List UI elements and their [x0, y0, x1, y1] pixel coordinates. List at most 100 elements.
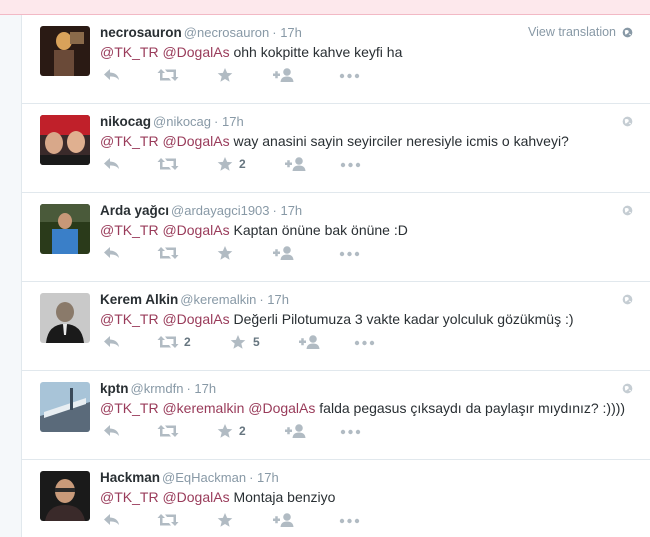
avatar[interactable]: [40, 26, 90, 76]
reply-icon[interactable]: [102, 423, 122, 439]
avatar[interactable]: [40, 382, 90, 432]
star-icon[interactable]: [217, 67, 233, 83]
reply-icon[interactable]: [102, 67, 122, 83]
avatar[interactable]: [40, 204, 90, 254]
mention[interactable]: @TK_TR: [100, 400, 159, 416]
tweet[interactable]: Arda yağcı @ardayagci1903 · 17h @TK_TR @Do…: [22, 193, 650, 282]
mention[interactable]: @TK_TR: [100, 222, 159, 238]
tweet-header: nikocag @nikocag · 17h: [100, 114, 244, 130]
timestamp[interactable]: · 17h: [273, 203, 303, 218]
mention[interactable]: @DogalAs: [162, 489, 229, 505]
fullname[interactable]: kptn: [100, 381, 129, 396]
avatar[interactable]: [40, 115, 90, 165]
retweet-icon[interactable]: [157, 423, 179, 439]
tweet[interactable]: Hackman @EqHackman · 17h @TK_TR @DogalAs M…: [22, 460, 650, 537]
reply-icon[interactable]: [102, 245, 122, 261]
view-translation-link[interactable]: View translation: [528, 25, 616, 39]
tweet-stream: necrosauron @necrosauron · 17h View transl…: [21, 15, 650, 537]
timestamp[interactable]: · 17h: [259, 292, 289, 307]
timestamp-value[interactable]: 17h: [267, 292, 289, 307]
tweet-body: Montaja benziyo: [233, 489, 336, 505]
retweet-icon[interactable]: [157, 156, 179, 172]
retweet-icon[interactable]: [157, 245, 179, 261]
favorite-count[interactable]: 2: [239, 157, 246, 171]
username[interactable]: @keremalkin: [180, 292, 256, 307]
star-icon[interactable]: [217, 423, 233, 439]
mention[interactable]: @TK_TR: [100, 44, 159, 60]
tweet-body: ohh kokpitte kahve keyfi ha: [233, 44, 403, 60]
follow-icon[interactable]: [299, 334, 321, 350]
star-icon[interactable]: [217, 156, 233, 172]
username[interactable]: @EqHackman: [162, 470, 246, 485]
mention[interactable]: @TK_TR: [100, 133, 159, 149]
more-icon[interactable]: [354, 334, 376, 350]
tweet-body: falda pegasus çıksaydı da paylaşır mıydı…: [319, 400, 626, 416]
fullname[interactable]: nikocag: [100, 114, 151, 129]
tweet[interactable]: nikocag @nikocag · 17h @TK_TR @DogalAs way…: [22, 104, 650, 193]
timestamp[interactable]: · 17h: [214, 114, 244, 129]
timestamp-value[interactable]: 17h: [280, 203, 302, 218]
star-icon[interactable]: [230, 334, 246, 350]
retweet-icon[interactable]: [157, 512, 179, 528]
follow-icon[interactable]: [273, 245, 295, 261]
retweet-icon[interactable]: [157, 67, 179, 83]
username[interactable]: @krmdfn: [131, 381, 184, 396]
mention[interactable]: @keremalkin: [162, 400, 244, 416]
timestamp[interactable]: · 17h: [272, 25, 302, 40]
timestamp-value[interactable]: 17h: [280, 25, 302, 40]
top-banner: [0, 0, 650, 15]
mention[interactable]: @DogalAs: [162, 311, 229, 327]
timestamp-value[interactable]: 17h: [194, 381, 216, 396]
username[interactable]: @necrosauron: [184, 25, 269, 40]
mention[interactable]: @DogalAs: [162, 44, 229, 60]
follow-icon[interactable]: [285, 156, 307, 172]
follow-icon[interactable]: [285, 423, 307, 439]
favorite-count[interactable]: 2: [239, 424, 246, 438]
tweet[interactable]: kptn @krmdfn · 17h @TK_TR @keremalkin @Dog…: [22, 371, 650, 460]
timestamp[interactable]: · 17h: [186, 381, 216, 396]
retweet-count[interactable]: 2: [184, 335, 191, 349]
timestamp-value[interactable]: 17h: [257, 470, 279, 485]
more-icon[interactable]: [339, 512, 361, 528]
mention[interactable]: @DogalAs: [248, 400, 315, 416]
follow-icon[interactable]: [273, 67, 295, 83]
favorite-count[interactable]: 5: [253, 335, 260, 349]
timestamp[interactable]: · 17h: [249, 470, 279, 485]
globe-icon[interactable]: [622, 205, 633, 216]
star-icon[interactable]: [217, 512, 233, 528]
more-icon[interactable]: [340, 423, 362, 439]
reply-icon[interactable]: [102, 334, 122, 350]
tweet-text: @TK_TR @DogalAs Kaptan önüne bak önüne :…: [100, 221, 408, 239]
more-icon[interactable]: [340, 156, 362, 172]
globe-icon[interactable]: [622, 294, 633, 305]
tweet[interactable]: Kerem Alkin @keremalkin · 17h @TK_TR @Doga…: [22, 282, 650, 371]
star-icon[interactable]: [217, 245, 233, 261]
tweet[interactable]: necrosauron @necrosauron · 17h View transl…: [22, 15, 650, 104]
fullname[interactable]: Kerem Alkin: [100, 292, 178, 307]
avatar[interactable]: [40, 471, 90, 521]
tweet-text: @TK_TR @DogalAs way anasini sayin seyirc…: [100, 132, 569, 150]
reply-icon[interactable]: [102, 156, 122, 172]
mention[interactable]: @DogalAs: [162, 133, 229, 149]
more-icon[interactable]: [339, 245, 361, 261]
globe-icon[interactable]: [622, 383, 633, 394]
globe-icon[interactable]: [622, 27, 633, 38]
mention[interactable]: @TK_TR: [100, 311, 159, 327]
follow-icon[interactable]: [273, 512, 295, 528]
timestamp-value[interactable]: 17h: [222, 114, 244, 129]
retweet-icon[interactable]: [157, 334, 179, 350]
fullname[interactable]: necrosauron: [100, 25, 182, 40]
username[interactable]: @ardayagci1903: [171, 203, 269, 218]
fullname[interactable]: Hackman: [100, 470, 160, 485]
reply-icon[interactable]: [102, 512, 122, 528]
globe-icon[interactable]: [622, 116, 633, 127]
mention[interactable]: @DogalAs: [162, 222, 229, 238]
avatar[interactable]: [40, 293, 90, 343]
fullname[interactable]: Arda yağcı: [100, 203, 169, 218]
tweet-header: Kerem Alkin @keremalkin · 17h: [100, 292, 289, 308]
username[interactable]: @nikocag: [153, 114, 211, 129]
more-icon[interactable]: [339, 67, 361, 83]
mention[interactable]: @TK_TR: [100, 489, 159, 505]
tweet-body: way anasini sayin seyirciler neresiyle i…: [233, 133, 569, 149]
tweet-body: Değerli Pilotumuza 3 vakte kadar yolculu…: [233, 311, 574, 327]
